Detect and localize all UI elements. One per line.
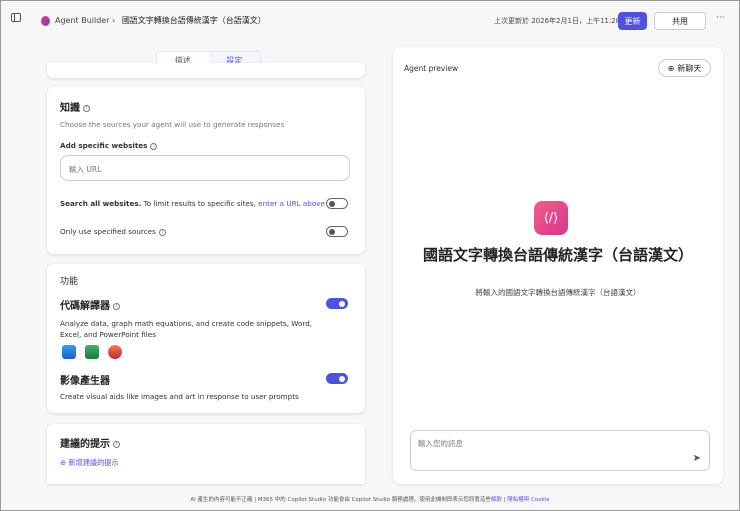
- add-websites-label: Add specific websites i: [60, 141, 158, 150]
- info-icon[interactable]: i: [150, 142, 158, 150]
- info-icon[interactable]: i: [83, 104, 90, 112]
- agent-builder-logo-icon: [41, 16, 50, 26]
- breadcrumb-agent: 國語文字轉換台語傳統漢字（台語漢文）: [121, 16, 266, 25]
- privacy-link[interactable]: 隱私權與 Cookie: [507, 497, 549, 503]
- share-button[interactable]: 共用: [654, 12, 706, 30]
- word-icon: [62, 345, 76, 359]
- new-chat-icon: ⊕: [667, 63, 675, 73]
- code-interpreter-desc: Analyze data, graph math equations, and …: [60, 319, 313, 339]
- search-all-toggle[interactable]: [326, 198, 348, 209]
- new-chat-button[interactable]: ⊕ 新聊天: [658, 59, 711, 77]
- only-specified-label: Only use specified sources i: [60, 227, 166, 236]
- knowledge-card: 知識 i Choose the sources your agent will u…: [47, 87, 365, 254]
- message-input[interactable]: 輸入您的訊息 ➤: [410, 430, 710, 471]
- code-interpreter-title: 代碼解譯器 i: [60, 297, 120, 312]
- enter-url-link[interactable]: enter a URL above: [258, 199, 325, 208]
- last-updated: 上次更新於 2026年2月1日，上午11:28:33: [494, 17, 632, 25]
- send-icon[interactable]: ➤: [693, 453, 701, 464]
- image-generator-desc: Create visual aids like images and art i…: [60, 392, 299, 401]
- code-interpreter-toggle[interactable]: [326, 298, 348, 309]
- agent-description: 將輸入的國語文字轉換台語傳統漢字（台語漢文）: [475, 288, 641, 297]
- info-icon[interactable]: i: [113, 440, 120, 448]
- add-prompt-button[interactable]: ⊕ 新增建議的提示: [60, 458, 119, 468]
- capabilities-card: 功能 代碼解譯器 i Analyze data, graph math equat…: [47, 264, 365, 413]
- sidebar-toggle-icon[interactable]: [11, 13, 21, 22]
- url-input[interactable]: 輸入 URL: [60, 155, 350, 181]
- info-icon[interactable]: i: [158, 228, 166, 236]
- top-bar: Agent Builder › 國語文字轉換台語傳統漢字（台語漢文） 上次更新於…: [1, 1, 739, 41]
- knowledge-title: 知識 i: [60, 99, 90, 114]
- capabilities-title: 功能: [60, 277, 79, 287]
- previous-card: [47, 63, 365, 78]
- only-specified-toggle[interactable]: [326, 226, 348, 237]
- search-all-label: Search all websites. To limit results to…: [60, 199, 335, 208]
- agent-code-icon: ⟨/⟩: [534, 201, 568, 235]
- info-icon[interactable]: i: [113, 302, 120, 310]
- breadcrumb: Agent Builder › 國語文字轉換台語傳統漢字（台語漢文）: [55, 16, 266, 25]
- suggested-prompts-card: 建議的提示 i ⊕ 新增建議的提示: [47, 424, 365, 484]
- publish-button[interactable]: 更新: [618, 12, 647, 30]
- more-options-button[interactable]: ···: [716, 13, 725, 23]
- agent-title: 國語文字轉換台語傳統漢字（台語漢文）: [422, 246, 693, 264]
- breadcrumb-app[interactable]: Agent Builder: [55, 16, 110, 25]
- powerpoint-icon: [108, 345, 122, 359]
- excel-icon: [85, 345, 99, 359]
- knowledge-subtitle: Choose the sources your agent will use t…: [60, 120, 285, 129]
- plus-circle-icon: ⊕: [60, 458, 67, 467]
- agent-preview-panel: Agent preview ⊕ 新聊天 ⟨/⟩ 國語文字轉換台語傳統漢字（台語漢文…: [393, 47, 723, 484]
- preview-label: Agent preview: [404, 64, 459, 73]
- image-generator-toggle[interactable]: [326, 373, 348, 384]
- image-generator-title: 影像產生器: [60, 376, 110, 387]
- footer: AI 產生的內容可能不正確 | M365 中的 Copilot Studio 功…: [190, 497, 550, 503]
- suggested-prompts-title: 建議的提示 i: [60, 435, 120, 450]
- terms-link[interactable]: 條款: [491, 497, 502, 503]
